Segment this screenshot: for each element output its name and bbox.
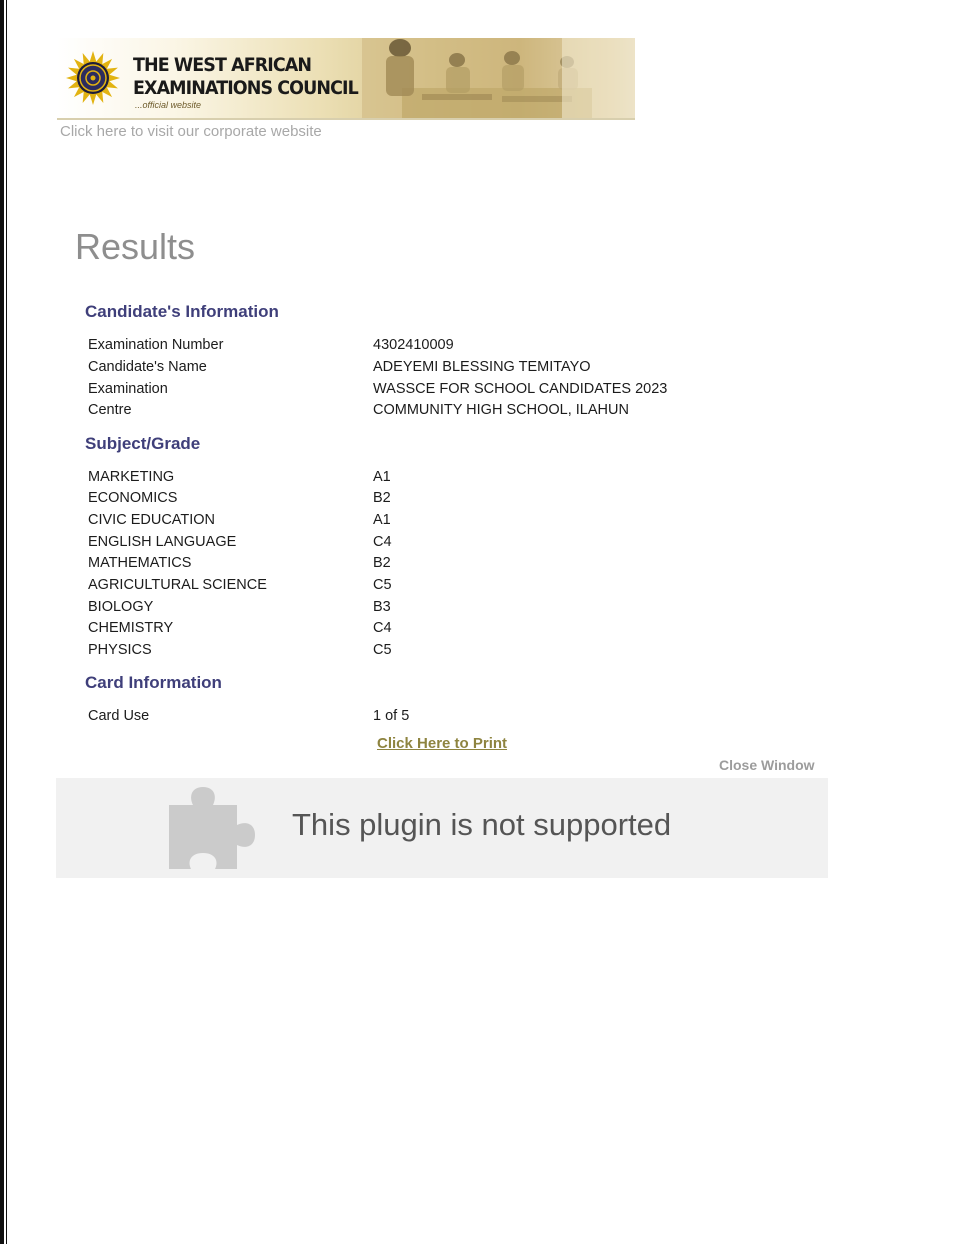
grade-row: ECONOMICS B2	[88, 490, 788, 512]
plugin-placeholder: This plugin is not supported	[56, 778, 828, 878]
org-name-line2: EXAMINATIONS COUNCIL	[133, 77, 359, 99]
classroom-photo-image	[362, 38, 635, 118]
grade-row: AGRICULTURAL SCIENCE C5	[88, 577, 788, 599]
info-label: Centre	[88, 402, 132, 418]
waec-banner[interactable]: THE WEST AFRICAN EXAMINATIONS COUNCIL ..…	[57, 38, 635, 120]
subject-name: MARKETING	[88, 469, 175, 485]
subject-grade: C5	[373, 642, 392, 658]
org-tagline: ...official website	[135, 100, 202, 110]
subject-name: ENGLISH LANGUAGE	[88, 534, 237, 550]
print-link[interactable]: Click Here to Print	[377, 735, 507, 752]
subject-grade: A1	[373, 512, 391, 528]
subject-grade-heading: Subject/Grade	[85, 434, 201, 453]
card-use-row: Card Use 1 of 5	[88, 708, 788, 730]
info-row-examination: Examination WASSCE FOR SCHOOL CANDIDATES…	[88, 381, 788, 403]
info-value: WASSCE FOR SCHOOL CANDIDATES 2023	[373, 381, 668, 397]
subject-grade: C5	[373, 577, 392, 593]
page-title: Results	[75, 226, 196, 267]
card-use-label: Card Use	[88, 708, 150, 724]
info-row-candidate-name: Candidate's Name ADEYEMI BLESSING TEMITA…	[88, 359, 788, 381]
info-value: 4302410009	[373, 337, 454, 353]
grade-row: BIOLOGY B3	[88, 599, 788, 621]
org-name-line1: THE WEST AFRICAN	[133, 54, 312, 76]
subject-grade: B2	[373, 555, 391, 571]
subject-name: CIVIC EDUCATION	[88, 512, 216, 528]
grade-row: MARKETING A1	[88, 469, 788, 491]
puzzle-piece-icon	[169, 787, 255, 869]
corporate-website-link[interactable]: Click here to visit our corporate websit…	[60, 123, 322, 140]
candidate-info-heading: Candidate's Information	[85, 302, 279, 321]
info-label: Examination	[88, 381, 168, 397]
subject-grade: B3	[373, 599, 391, 615]
info-row-exam-number: Examination Number 4302410009	[88, 337, 788, 359]
card-use-value: 1 of 5	[373, 708, 410, 724]
card-info-heading: Card Information	[85, 673, 222, 692]
plugin-message: This plugin is not supported	[292, 807, 672, 842]
grade-row: PHYSICS C5	[88, 642, 788, 664]
subject-grade: C4	[373, 534, 392, 550]
subject-name: PHYSICS	[88, 642, 152, 658]
grade-row: MATHEMATICS B2	[88, 555, 788, 577]
subject-name: CHEMISTRY	[88, 620, 174, 636]
subject-grade: C4	[373, 620, 392, 636]
info-label: Examination Number	[88, 337, 224, 353]
subject-grade: A1	[373, 469, 391, 485]
subject-name: AGRICULTURAL SCIENCE	[88, 577, 267, 593]
info-value: COMMUNITY HIGH SCHOOL, ILAHUN	[373, 402, 629, 418]
window-left-edge-inner	[4, 0, 6, 1244]
grade-row: CIVIC EDUCATION A1	[88, 512, 788, 534]
close-window-link[interactable]: Close Window	[719, 757, 815, 773]
grade-row: CHEMISTRY C4	[88, 620, 788, 642]
info-value: ADEYEMI BLESSING TEMITAYO	[373, 359, 591, 375]
org-name: THE WEST AFRICAN EXAMINATIONS COUNCIL	[133, 54, 359, 100]
subject-name: BIOLOGY	[88, 599, 154, 615]
subject-grade: B2	[373, 490, 391, 506]
info-label: Candidate's Name	[88, 359, 207, 375]
waec-seal-icon	[66, 51, 120, 105]
info-row-centre: Centre COMMUNITY HIGH SCHOOL, ILAHUN	[88, 402, 788, 424]
grade-row: ENGLISH LANGUAGE C4	[88, 534, 788, 556]
subject-name: ECONOMICS	[88, 490, 178, 506]
subject-name: MATHEMATICS	[88, 555, 192, 571]
